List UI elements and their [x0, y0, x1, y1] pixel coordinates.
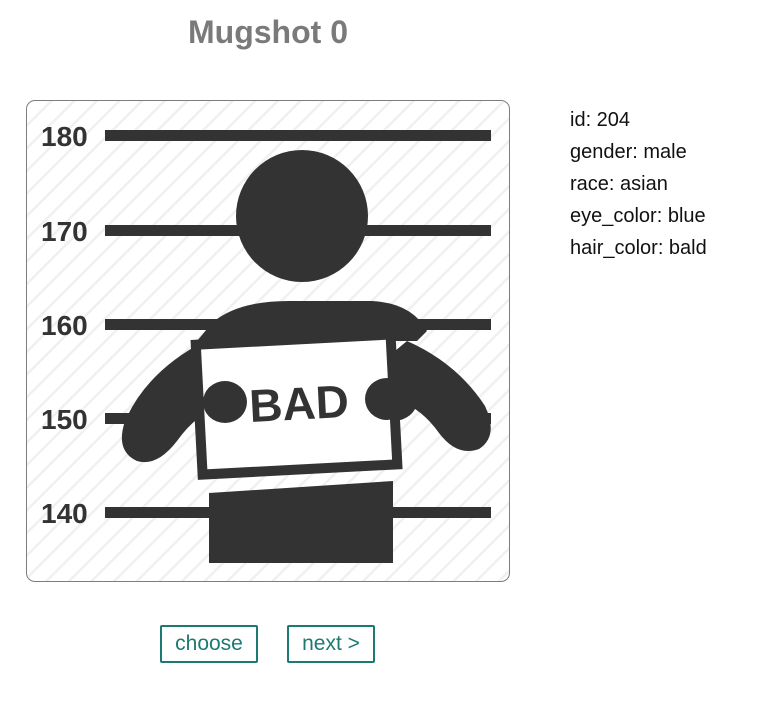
sign-text: BAD: [248, 375, 350, 432]
detail-id: id: 204: [570, 109, 631, 131]
detail-race: race: asian: [570, 173, 668, 195]
choose-button[interactable]: choose: [160, 625, 258, 663]
height-label-170: 170: [41, 216, 88, 247]
mugshot-image: 180 170 160 150 140 BAD: [26, 100, 510, 582]
height-label-180: 180: [41, 121, 88, 152]
page-title: Mugshot 0: [188, 14, 348, 50]
mugshot-details: id: 204 gender: male race: asian eye_col…: [570, 104, 707, 264]
next-button[interactable]: next >: [287, 625, 375, 663]
height-label-150: 150: [41, 404, 88, 435]
height-label-140: 140: [41, 498, 88, 529]
detail-hair-color: hair_color: bald: [570, 237, 707, 259]
detail-eye-color: eye_color: blue: [570, 205, 706, 227]
height-label-160: 160: [41, 310, 88, 341]
detail-gender: gender: male: [570, 141, 687, 163]
